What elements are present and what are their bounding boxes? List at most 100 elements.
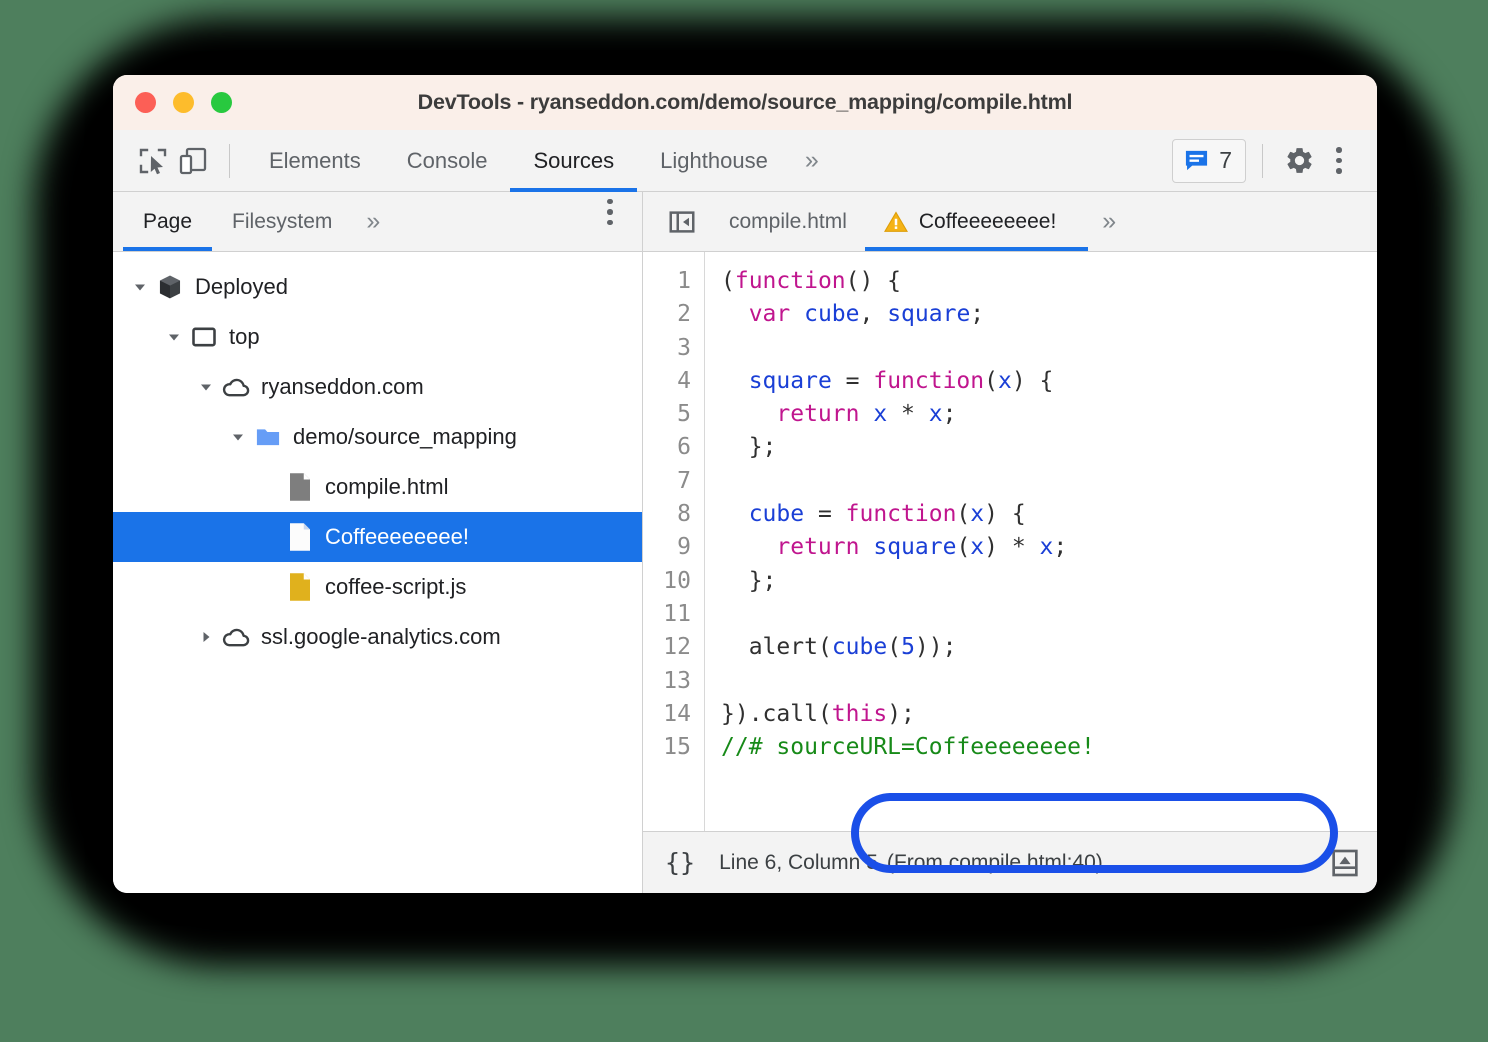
tab-lighthouse[interactable]: Lighthouse: [637, 130, 791, 192]
tree-item-deployed[interactable]: Deployed: [113, 262, 642, 312]
console-message-icon: [1183, 147, 1210, 174]
minimize-window-button[interactable]: [173, 92, 194, 113]
line-number: 7: [643, 465, 691, 498]
show-drawer-icon[interactable]: [1329, 847, 1361, 879]
editor-tab-coffeeeeeeee[interactable]: Coffeeeeeeee! close-icon: [865, 192, 1088, 251]
line-number: 9: [643, 531, 691, 564]
navigator-tabs: Page Filesystem »: [113, 192, 642, 252]
tree-item-label: coffee-script.js: [325, 574, 466, 600]
close-window-button[interactable]: [135, 92, 156, 113]
editor-more-tabs-chevron-icon[interactable]: »: [1088, 192, 1130, 251]
line-number: 15: [643, 731, 691, 764]
tab-sources[interactable]: Sources: [510, 130, 637, 192]
nav-tab-filesystem-label: Filesystem: [232, 210, 332, 234]
code-line: return x * x;: [721, 398, 1377, 431]
code-line: cube = function(x) {: [721, 498, 1377, 531]
twisty-collapsed-icon[interactable]: [193, 629, 219, 645]
inspect-element-icon[interactable]: [133, 141, 173, 181]
tree-item-coffeeeeeeee[interactable]: Coffeeeeeeee!: [113, 512, 642, 562]
nav-tab-page[interactable]: Page: [123, 192, 212, 251]
tab-console-label: Console: [407, 148, 488, 174]
line-number: 1: [643, 265, 691, 298]
console-messages-badge[interactable]: 7: [1172, 139, 1246, 183]
source-origin-prefix: (From: [887, 851, 949, 874]
file-tree: Deployed top: [113, 252, 642, 893]
more-panels-chevron-icon[interactable]: »: [791, 146, 833, 175]
tree-item-label: Coffeeeeeeee!: [325, 524, 469, 550]
tree-item-ryanseddon-com[interactable]: ryanseddon.com: [113, 362, 642, 412]
cloud-icon: [219, 622, 253, 652]
tab-lighthouse-label: Lighthouse: [660, 148, 768, 174]
tab-console[interactable]: Console: [384, 130, 511, 192]
line-number: 2: [643, 298, 691, 331]
devtools-body: Page Filesystem »: [113, 192, 1377, 893]
line-number: 11: [643, 598, 691, 631]
tree-item-top[interactable]: top: [113, 312, 642, 362]
gear-icon[interactable]: [1279, 141, 1319, 181]
navigator-tabs-spacer: [394, 192, 590, 251]
twisty-expanded-icon[interactable]: [127, 279, 153, 295]
tree-item-compile-html[interactable]: compile.html: [113, 462, 642, 512]
twisty-expanded-icon[interactable]: [225, 429, 251, 445]
tree-item-label: ssl.google-analytics.com: [261, 624, 501, 650]
line-number: 4: [643, 365, 691, 398]
code-line: }).call(this);: [721, 698, 1377, 731]
navigator-more-tabs-chevron-icon[interactable]: »: [352, 192, 394, 251]
navigator-panel: Page Filesystem »: [113, 192, 643, 893]
window-titlebar: DevTools - ryanseddon.com/demo/source_ma…: [113, 75, 1377, 130]
code-line: [721, 465, 1377, 498]
pretty-print-icon[interactable]: {}: [665, 848, 695, 877]
toolbar-divider: [229, 144, 230, 178]
line-number: 8: [643, 498, 691, 531]
code-line: [721, 665, 1377, 698]
editor-panel: compile.html Coffeeeeeeee! close-icon »: [643, 192, 1377, 893]
tab-elements-label: Elements: [269, 148, 361, 174]
editor-tab-label: compile.html: [729, 210, 847, 234]
code-content[interactable]: (function() { var cube, square; square =…: [705, 252, 1377, 831]
device-toolbar-icon[interactable]: [173, 141, 213, 181]
source-origin-suffix: ): [1096, 851, 1103, 874]
tree-item-demo-source-mapping[interactable]: demo/source_mapping: [113, 412, 642, 462]
source-origin: (From compile.html:40): [887, 851, 1103, 875]
code-line: //# sourceURL=Coffeeeeeeee!: [721, 731, 1377, 764]
twisty-expanded-icon[interactable]: [193, 379, 219, 395]
window-title: DevTools - ryanseddon.com/demo/source_ma…: [113, 90, 1377, 115]
maximize-window-button[interactable]: [211, 92, 232, 113]
panel-collapse-icon[interactable]: [653, 192, 711, 251]
code-line: [721, 598, 1377, 631]
line-number-gutter: 1 2 3 4 5 6 7 8 9 10 11 12 13 14 15: [643, 252, 705, 831]
panel-tabs: Elements Console Sources Lighthouse: [246, 130, 791, 192]
code-editor[interactable]: 1 2 3 4 5 6 7 8 9 10 11 12 13 14 15 (fun…: [643, 252, 1377, 831]
tree-item-label: Deployed: [195, 274, 288, 300]
tree-item-label: demo/source_mapping: [293, 424, 517, 450]
code-line: (function() {: [721, 265, 1377, 298]
line-number: 6: [643, 431, 691, 464]
navigator-more-options-icon[interactable]: [590, 192, 630, 232]
cursor-position: Line 6, Column 5: [719, 851, 878, 875]
twisty-expanded-icon[interactable]: [161, 329, 187, 345]
tree-item-ssl-google-analytics-com[interactable]: ssl.google-analytics.com: [113, 612, 642, 662]
warning-triangle-icon: [883, 209, 909, 235]
line-number: 13: [643, 665, 691, 698]
line-number: 3: [643, 332, 691, 365]
code-line: return square(x) * x;: [721, 531, 1377, 564]
tree-item-coffee-script-js[interactable]: coffee-script.js: [113, 562, 642, 612]
code-line: };: [721, 431, 1377, 464]
devtools-window: DevTools - ryanseddon.com/demo/source_ma…: [113, 75, 1377, 893]
editor-tab-bar: compile.html Coffeeeeeeee! close-icon »: [643, 192, 1377, 252]
nav-tab-page-label: Page: [143, 210, 192, 234]
nav-tab-filesystem[interactable]: Filesystem: [212, 192, 352, 251]
file-js-icon: [283, 572, 317, 602]
tab-elements[interactable]: Elements: [246, 130, 384, 192]
file-generic-icon: [283, 522, 317, 552]
file-html-icon: [283, 472, 317, 502]
line-number: 12: [643, 631, 691, 664]
tree-item-label: ryanseddon.com: [261, 374, 424, 400]
console-message-count: 7: [1219, 147, 1232, 174]
kebab-menu-icon[interactable]: [1319, 141, 1359, 181]
source-origin-link[interactable]: compile.html:40: [949, 851, 1096, 874]
window-controls: [135, 92, 232, 113]
editor-tab-compile-html[interactable]: compile.html: [711, 192, 865, 251]
tree-item-label: compile.html: [325, 474, 448, 500]
cloud-icon: [219, 372, 253, 402]
